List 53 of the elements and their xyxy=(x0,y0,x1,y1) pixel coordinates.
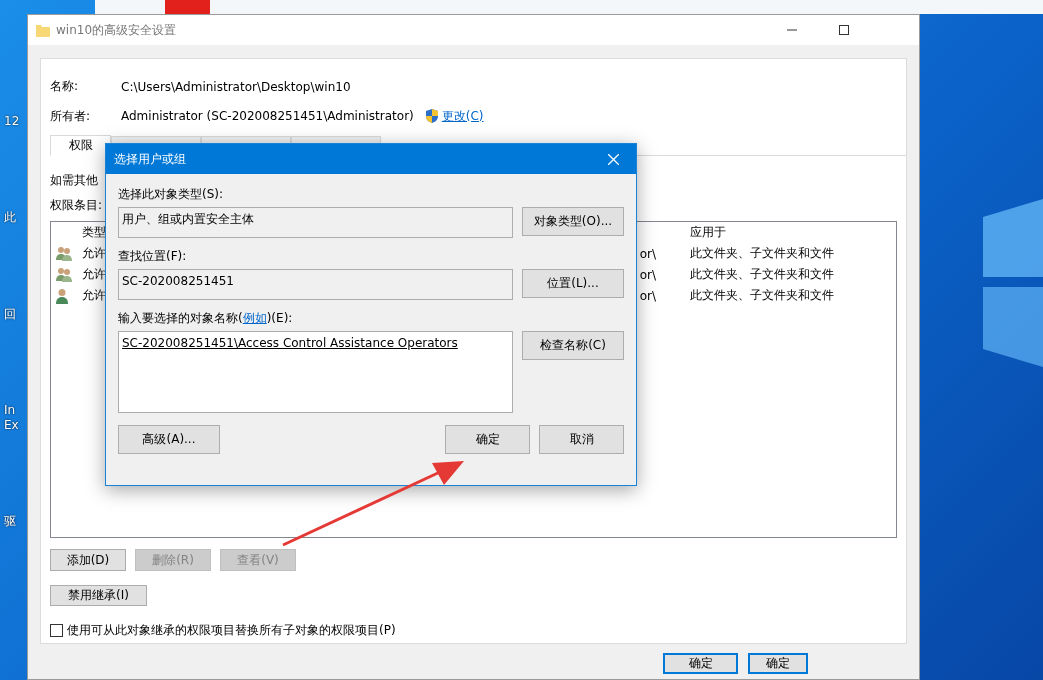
checkbox[interactable] xyxy=(50,624,63,637)
readonly-field: 用户、组或内置安全主体 xyxy=(118,207,513,238)
entry-button[interactable]: 添加(D) xyxy=(50,549,126,571)
field-label: 所有者: xyxy=(50,107,92,125)
window-fragment xyxy=(165,0,210,14)
column-header[interactable]: 类型 xyxy=(81,224,106,241)
dialog-button[interactable]: 对象类型(O)... xyxy=(522,207,624,236)
field-label: 选择此对象类型(S): xyxy=(118,186,225,202)
desktop-icon-label[interactable]: 驱 xyxy=(0,513,20,529)
shield-icon xyxy=(423,108,440,125)
folder-icon xyxy=(36,23,50,37)
checkbox-label: 使用可从此对象继承的权限项目替换所有子对象的权限项目(P) xyxy=(67,622,396,639)
check-names-button[interactable]: 检查名称(C) xyxy=(522,331,624,360)
dialog-button[interactable]: 取消 xyxy=(539,425,624,454)
names-input-field[interactable]: SC-202008251451\Access Control Assistance Operators xyxy=(118,331,513,413)
table-cell: 允许 xyxy=(81,266,106,283)
table-cell-text: 此文件夹、子文件夹和文件 xyxy=(689,287,834,304)
user-icon xyxy=(55,287,69,304)
desktop-icon-label[interactable]: In Ex xyxy=(0,403,20,432)
desktop-icon-label[interactable]: 12 xyxy=(0,114,20,129)
desktop-icon-label[interactable]: 回 xyxy=(0,306,20,322)
ok-button[interactable]: 确定 xyxy=(663,653,738,674)
dialog-button[interactable]: 高级(A)... xyxy=(118,425,220,454)
column-header[interactable]: 应用于 xyxy=(682,224,726,241)
table-cell-text: 此文件夹、子文件夹和文件 xyxy=(689,245,834,262)
field-label: 查找位置(F): xyxy=(118,248,188,264)
table-cell-text: 此文件夹、子文件夹和文件 xyxy=(689,266,834,283)
window-title: win10的高级安全设置 xyxy=(56,21,178,39)
ok-button[interactable]: 确定 xyxy=(748,653,808,674)
close-icon xyxy=(607,153,619,165)
table-cell-text: or\ xyxy=(639,267,657,282)
dialog-title: 选择用户或组 xyxy=(114,150,187,168)
maximize-icon xyxy=(839,25,849,35)
disable-inheritance-button[interactable]: 禁用继承(I) xyxy=(50,585,147,606)
tab[interactable]: 权限 xyxy=(50,135,111,156)
field-value: C:\Users\Administrator\Desktop\win10 xyxy=(121,79,351,94)
table-cell-text: or\ xyxy=(639,288,657,303)
field-label: 输入要选择的对象名称(例如)(E): xyxy=(118,310,294,326)
users-icon xyxy=(55,266,73,283)
readonly-field: SC-202008251451 xyxy=(118,269,513,300)
hint-text: 如需其他 xyxy=(50,172,98,189)
dialog-button[interactable]: 位置(L)... xyxy=(522,269,624,298)
example-link[interactable]: 例如 xyxy=(242,311,267,325)
change-link[interactable]: 更改(C) xyxy=(441,107,484,125)
field-label: 名称: xyxy=(50,78,80,96)
entries-label: 权限条目: xyxy=(50,197,103,214)
users-icon xyxy=(55,245,73,262)
dialog-button[interactable]: 确定 xyxy=(445,425,530,454)
table-cell: 允许 xyxy=(81,287,106,304)
table-cell: 允许 xyxy=(81,245,106,262)
desktop-icon-label[interactable]: 此 xyxy=(0,210,20,225)
table-cell-text: or\ xyxy=(639,246,657,261)
field-value: Administrator (SC-202008251451\Administrator) xyxy=(121,109,414,124)
